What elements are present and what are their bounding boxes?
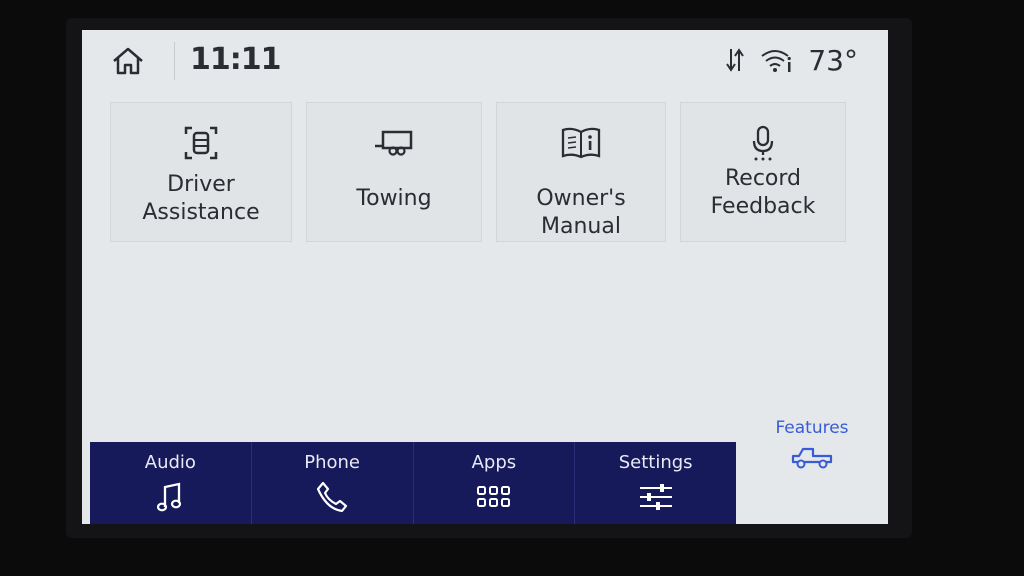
music-note-icon bbox=[157, 482, 182, 512]
tile-record-feedback[interactable]: Record Feedback bbox=[680, 102, 846, 242]
nav-phone[interactable]: Phone bbox=[252, 442, 414, 524]
status-divider bbox=[174, 42, 175, 80]
nav-label: Audio bbox=[144, 452, 196, 473]
bottom-nav-bar: Audio Phone Apps Settings bbox=[90, 442, 736, 524]
nav-label: Settings bbox=[618, 452, 693, 473]
tile-towing[interactable]: Towing bbox=[306, 102, 482, 242]
clock: 11:11 bbox=[190, 42, 281, 77]
home-icon bbox=[113, 47, 143, 75]
microphone-icon bbox=[752, 125, 774, 161]
tile-label: Owner's Manual bbox=[536, 186, 626, 239]
wifi-info-icon bbox=[761, 50, 792, 72]
nav-label: Features bbox=[775, 418, 849, 438]
apps-grid-icon bbox=[476, 486, 510, 507]
nav-label: Phone bbox=[304, 452, 360, 473]
home-button[interactable] bbox=[108, 44, 148, 78]
nav-settings[interactable]: Settings bbox=[575, 442, 736, 524]
outside-temperature: 73° bbox=[808, 43, 858, 77]
trailer-icon bbox=[375, 130, 413, 156]
tile-label: Record Feedback bbox=[710, 166, 816, 219]
driver-assist-icon bbox=[184, 126, 218, 160]
manual-book-icon bbox=[561, 127, 601, 159]
data-transfer-icon bbox=[726, 48, 745, 72]
nav-apps[interactable]: Apps bbox=[414, 442, 576, 524]
infotainment-screen: 11:11 73° Driver Assistance Towing Owner… bbox=[82, 30, 888, 524]
tile-label: Driver Assistance bbox=[142, 172, 260, 225]
nav-label: Apps bbox=[471, 452, 517, 473]
status-bar: 11:11 73° bbox=[82, 30, 888, 92]
tile-label: Towing bbox=[356, 186, 432, 211]
phone-icon bbox=[317, 481, 348, 513]
nav-features[interactable]: Features bbox=[736, 410, 888, 502]
truck-icon bbox=[791, 447, 833, 469]
status-indicators: 73° bbox=[724, 40, 858, 80]
nav-audio[interactable]: Audio bbox=[90, 442, 252, 524]
sliders-icon bbox=[639, 484, 672, 510]
feature-tiles: Driver Assistance Towing Owner's Manual … bbox=[108, 102, 848, 242]
tile-driver-assistance[interactable]: Driver Assistance bbox=[110, 102, 292, 242]
tile-owners-manual[interactable]: Owner's Manual bbox=[496, 102, 666, 242]
